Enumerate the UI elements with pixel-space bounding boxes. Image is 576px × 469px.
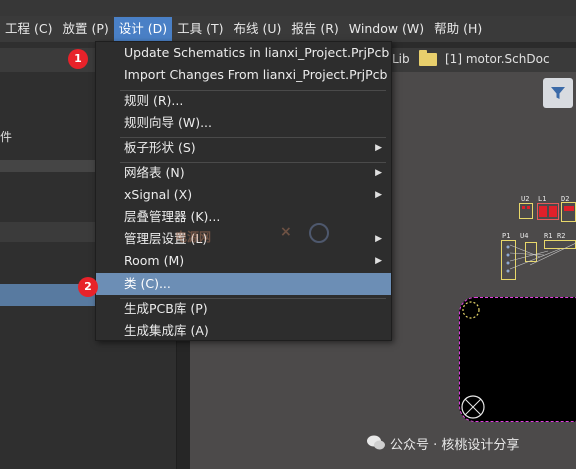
- pad: [549, 206, 557, 217]
- step-badge-1: 1: [68, 49, 88, 69]
- menu-route[interactable]: 布线 (U): [228, 17, 286, 41]
- menu-item-rules[interactable]: 规则 (R)...: [96, 90, 391, 112]
- folder-icon: [419, 50, 437, 66]
- pad: [527, 206, 530, 209]
- menu-item-label: xSignal (X): [124, 187, 193, 202]
- menu-tools[interactable]: 工具 (T): [172, 17, 228, 41]
- footer-watermark: 公众号 · 核桃设计分享: [390, 438, 520, 453]
- mount-hole-icon: [462, 301, 480, 319]
- menu-place[interactable]: 放置 (P): [57, 17, 113, 41]
- menu-item-label: 类 (C)...: [124, 276, 171, 291]
- menu-item-label: Room (M): [124, 253, 185, 268]
- tab-lib[interactable]: Lib: [392, 52, 410, 66]
- menu-help[interactable]: 帮助 (H): [429, 17, 487, 41]
- chevron-right-icon: ▶: [375, 168, 382, 178]
- menu-item-update-schematics[interactable]: Update Schematics in lianxi_Project.PrjP…: [96, 42, 391, 64]
- menu-item-room[interactable]: Room (M) ▶: [96, 250, 391, 272]
- menu-project[interactable]: 工程 (C): [0, 17, 57, 41]
- menu-item-make-pcb-library[interactable]: 生成PCB库 (P): [96, 298, 391, 320]
- menu-item-label: 规则 (R)...: [124, 93, 184, 108]
- menu-item-label: 生成PCB库 (P): [124, 301, 208, 316]
- menu-item-import-changes[interactable]: Import Changes From lianxi_Project.PrjPc…: [96, 64, 391, 86]
- chevron-right-icon: ▶: [375, 190, 382, 200]
- watermark-separator: ×: [280, 224, 292, 240]
- menu-design[interactable]: 设计 (D): [113, 17, 173, 41]
- menu-item-label: 规则向导 (W)...: [124, 115, 213, 130]
- filter-button[interactable]: [543, 78, 573, 108]
- designator-u2: U2: [521, 195, 530, 203]
- menu-item-classes[interactable]: 类 (C)...: [96, 273, 391, 295]
- menu-item-label: Update Schematics in lianxi_Project.PrjP…: [124, 45, 390, 60]
- menu-bar: 工程 (C) 放置 (P) 设计 (D) 工具 (T) 布线 (U) 报告 (R…: [0, 16, 576, 42]
- chevron-right-icon: ▶: [375, 143, 382, 153]
- component-d2[interactable]: [561, 202, 576, 222]
- pad: [522, 206, 525, 209]
- chevron-right-icon: ▶: [375, 256, 382, 266]
- menu-item-make-integrated-library[interactable]: 生成集成库 (A): [96, 320, 391, 342]
- menu-reports[interactable]: 报告 (R): [286, 17, 343, 41]
- design-menu-dropdown: Update Schematics in lianxi_Project.PrjP…: [95, 41, 392, 341]
- title-strip: [0, 0, 576, 16]
- panel-fragment-label: 件: [0, 130, 13, 144]
- tab-motor-schdoc[interactable]: [1] motor.SchDoc: [445, 52, 550, 66]
- wechat-icon: [367, 435, 385, 450]
- menu-item-label: 层叠管理器 (K)...: [124, 209, 221, 224]
- step-badge-2: 2: [78, 277, 98, 297]
- menu-item-label: Import Changes From lianxi_Project.PrjPc…: [124, 67, 388, 82]
- filter-icon: [551, 87, 565, 99]
- menu-item-rules-wizard[interactable]: 规则向导 (W)...: [96, 112, 391, 134]
- menu-window[interactable]: Window (W): [344, 17, 429, 41]
- menu-item-label: 生成集成库 (A): [124, 323, 209, 338]
- ratsnest-lines: [506, 242, 576, 273]
- menu-item-xsignal[interactable]: xSignal (X) ▶: [96, 184, 391, 206]
- pad: [564, 206, 574, 211]
- designator-l1: L1: [538, 195, 547, 203]
- menu-item-label: 板子形状 (S): [124, 140, 196, 155]
- menu-item-layer-stack-manager[interactable]: 层叠管理器 (K)...: [96, 206, 391, 228]
- menu-item-manage-layer-sets[interactable]: 管理层设置 (L) ▶: [96, 228, 391, 250]
- menu-item-board-shape[interactable]: 板子形状 (S) ▶: [96, 137, 391, 159]
- chevron-right-icon: ▶: [375, 234, 382, 244]
- menu-item-netlist[interactable]: 网络表 (N) ▶: [96, 162, 391, 184]
- mount-hole-icon: [461, 395, 485, 419]
- watermark-logo-icon: [309, 223, 329, 243]
- watermark-left: 电源网: [175, 230, 212, 244]
- pad: [539, 206, 547, 217]
- menu-item-label: 网络表 (N): [124, 165, 185, 180]
